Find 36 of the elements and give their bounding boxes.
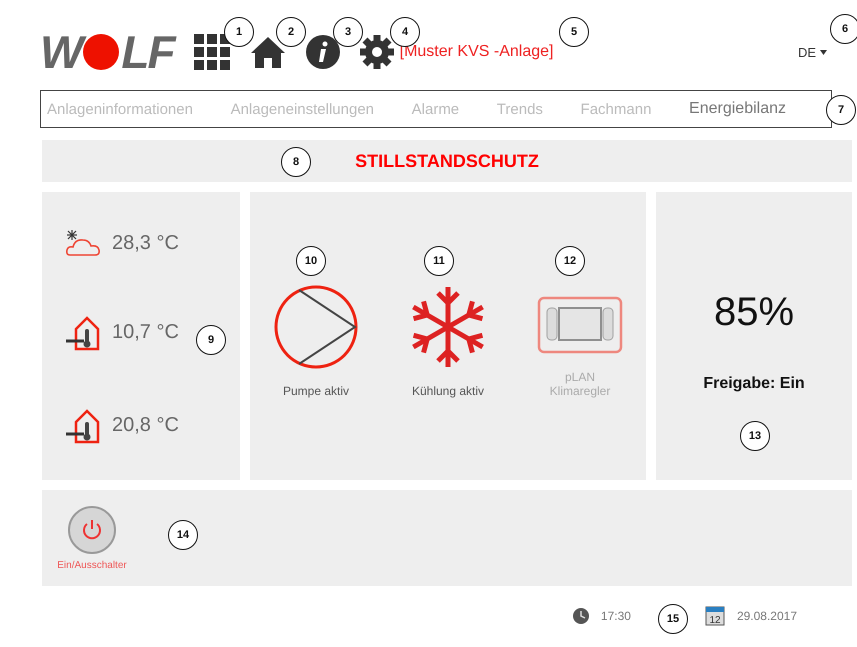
nav-tab[interactable]: Fachmann [580, 100, 652, 118]
home-icon[interactable] [250, 35, 286, 69]
grid-icon[interactable] [194, 34, 230, 70]
nav-tab[interactable]: Anlageneinstellungen [230, 100, 374, 118]
clock-icon [572, 608, 589, 624]
percent-value: 85% [714, 290, 794, 335]
callout-marker: 6 [830, 14, 857, 44]
component-label: Kühlung aktiv [412, 384, 484, 398]
callout-marker: 3 [333, 17, 363, 47]
release-status: Freigabe: Ein [703, 375, 805, 393]
temperature-value: 10,7 °C [112, 321, 179, 344]
nav-tab[interactable]: Trends [496, 100, 543, 118]
callout-marker: 5 [559, 17, 589, 47]
calendar-icon: 12 [704, 606, 725, 626]
callout-marker: 1 [224, 17, 254, 47]
callout-marker: 7 [826, 95, 856, 125]
caret-icon [820, 50, 827, 54]
status-text: STILLSTANDSCHUTZ [355, 150, 539, 172]
component-label: pLAN Klimaregler [548, 370, 612, 398]
info-icon[interactable] [306, 35, 340, 69]
nav-tab[interactable]: Anlageninformationen [47, 100, 193, 118]
power-button[interactable] [68, 506, 116, 554]
time-text: 17:30 [600, 609, 631, 623]
power-label: Ein/Ausschalter [57, 560, 127, 571]
power-icon [80, 518, 104, 542]
temperature-value: 20,8 °C [112, 414, 179, 438]
date-text: 29.08.2017 [736, 609, 797, 623]
callout-marker: 15 [658, 604, 688, 634]
nav-tab[interactable]: Alarme [412, 100, 460, 118]
wolf-logo: W LF [40, 25, 174, 79]
nav-tab[interactable]: Energiebilanz [689, 100, 786, 118]
settings-icon[interactable] [360, 35, 394, 69]
component-label: Pumpe aktiv [282, 384, 350, 398]
callout-marker: 2 [276, 17, 306, 47]
temperature-value: 28,3 °C [112, 232, 179, 255]
language-dropdown[interactable]: DE [798, 44, 827, 60]
